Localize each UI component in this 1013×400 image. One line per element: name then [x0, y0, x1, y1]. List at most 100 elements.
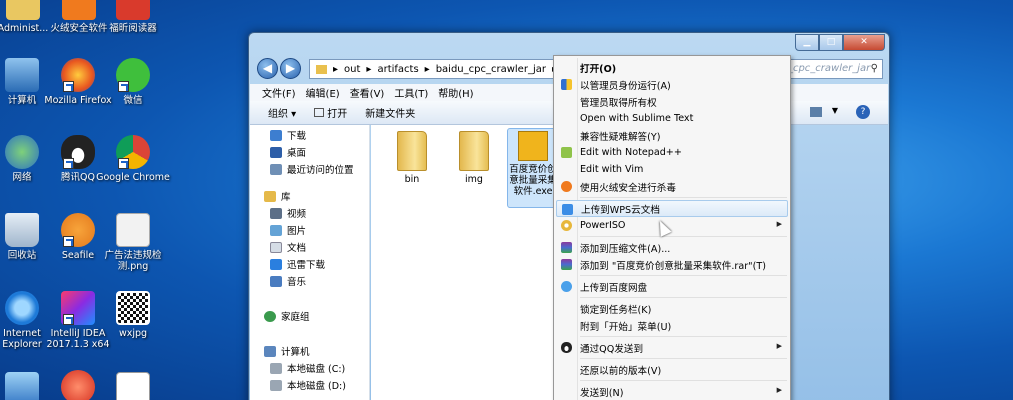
- nav-item-desktop[interactable]: 桌面: [270, 144, 306, 160]
- desktop-icon-document[interactable]: [96, 372, 170, 400]
- menu-item-label: 发送到(N): [580, 387, 624, 399]
- nav-item-pictures[interactable]: 图片: [270, 222, 306, 238]
- file-item-exe[interactable]: 百度竞价创意批量采集软件.exe: [508, 131, 558, 197]
- breadcrumb-item[interactable]: baidu_cpc_crawler_jar: [436, 64, 546, 75]
- menu-view[interactable]: 查看(V): [350, 85, 385, 100]
- menu-file[interactable]: 文件(F): [262, 85, 296, 100]
- menu-item-label: 管理员取得所有权: [580, 97, 657, 109]
- view-dropdown-icon[interactable]: ▼: [832, 106, 838, 115]
- nav-item-music[interactable]: 音乐: [270, 273, 306, 289]
- desktop-icon-label: 广告法违规检测.png: [104, 250, 162, 272]
- menu-item-label: 使用火绒安全进行杀毒: [580, 182, 676, 194]
- nav-label: 家庭组: [281, 312, 310, 323]
- open-button[interactable]: 打开: [314, 105, 347, 120]
- menu-item-pin-start[interactable]: 附到「开始」菜单(U): [556, 317, 788, 334]
- menu-item-take-ownership[interactable]: 管理员取得所有权: [556, 93, 788, 110]
- nav-item-drive-c[interactable]: 本地磁盘 (C:): [270, 360, 345, 376]
- nav-item-libraries[interactable]: 库: [264, 188, 291, 204]
- menu-item-vim[interactable]: Edit with Vim: [556, 161, 788, 178]
- menu-item-label: Open with Sublime Text: [580, 113, 694, 124]
- chrome-icon: [116, 135, 150, 169]
- desktop-icon-foxit[interactable]: 福昕阅读器: [96, 0, 170, 34]
- menu-item-poweriso[interactable]: PowerISO ▶: [556, 217, 788, 234]
- menu-item-add-to-rar[interactable]: 添加到 "百度竞价创意批量采集软件.rar"(T): [556, 256, 788, 273]
- nav-item-downloads[interactable]: 下载: [270, 127, 306, 143]
- menu-item-notepadpp[interactable]: Edit with Notepad++: [556, 144, 788, 161]
- context-menu: 打开(O) 以管理员身份运行(A) 管理员取得所有权 Open with Sub…: [553, 55, 791, 400]
- drive-icon: [270, 379, 282, 391]
- organize-button[interactable]: 组织 ▾: [268, 105, 296, 120]
- document-icon: [270, 241, 282, 253]
- winrar-icon: [561, 259, 572, 270]
- shortcut-arrow-icon: [63, 236, 74, 247]
- wechat-icon: [116, 58, 150, 92]
- control-panel-icon: [5, 372, 39, 400]
- desktop-icon-image-file[interactable]: 广告法违规检测.png: [96, 213, 170, 272]
- breadcrumb-item[interactable]: out: [344, 64, 360, 75]
- open-label: 打开: [327, 109, 348, 120]
- view-options-icon[interactable]: [810, 107, 822, 117]
- folder-icon: [459, 131, 489, 171]
- menu-separator: [580, 358, 787, 359]
- file-item-bin[interactable]: bin: [387, 131, 437, 185]
- internet-explorer-icon: [5, 291, 39, 325]
- menu-item-send-to[interactable]: 发送到(N) ▶: [556, 383, 788, 400]
- menu-item-label: 添加到 "百度竞价创意批量采集软件.rar"(T): [580, 260, 766, 272]
- nav-item-homegroup[interactable]: 家庭组: [264, 308, 310, 324]
- nav-label: 本地磁盘 (C:): [287, 364, 346, 375]
- file-item-img[interactable]: img: [449, 131, 499, 185]
- nav-label: 图片: [287, 226, 307, 237]
- forward-button[interactable]: ▶: [280, 58, 301, 79]
- nav-item-videos[interactable]: 视频: [270, 205, 306, 221]
- desktop-icon-qr-image[interactable]: wxjpg: [96, 291, 170, 339]
- computer-icon: [264, 345, 276, 357]
- network-icon: [5, 135, 39, 169]
- new-folder-button[interactable]: 新建文件夹: [365, 105, 415, 120]
- minimize-button[interactable]: ▁: [795, 34, 819, 51]
- menu-item-restore-versions[interactable]: 还原以前的版本(V): [556, 361, 788, 378]
- menu-item-wps-upload[interactable]: 上传到WPS云文档: [556, 200, 788, 217]
- menu-item-add-archive[interactable]: 添加到压缩文件(A)...: [556, 239, 788, 256]
- menu-item-huorong-scan[interactable]: 使用火绒安全进行杀毒: [556, 178, 788, 195]
- desktop-icon-chrome[interactable]: Google Chrome: [96, 135, 170, 183]
- menu-item-compatibility[interactable]: 兼容性疑难解答(Y): [556, 127, 788, 144]
- desktop-icon-label: 计算机: [7, 95, 37, 106]
- nav-item-recent[interactable]: 最近访问的位置: [270, 161, 354, 177]
- picture-icon: [270, 224, 282, 236]
- nav-item-xunlei[interactable]: 迅雷下载: [270, 256, 325, 272]
- menu-tools[interactable]: 工具(T): [394, 85, 428, 100]
- navigation-pane: 下载 桌面 最近访问的位置 库 视频 图片 文档 迅雷下载 音乐 家庭组 计算机…: [250, 125, 370, 400]
- red-app-icon: [61, 370, 95, 400]
- help-icon[interactable]: ?: [856, 105, 870, 119]
- menu-item-send-qq[interactable]: 通过QQ发送到 ▶: [556, 339, 788, 356]
- winrar-icon: [561, 242, 572, 253]
- menu-item-pin-taskbar[interactable]: 锁定到任务栏(K): [556, 300, 788, 317]
- menu-item-label: 添加到压缩文件(A)...: [580, 243, 671, 255]
- computer-icon: [5, 58, 39, 92]
- menu-item-label: Edit with Notepad++: [580, 147, 682, 158]
- nav-item-documents[interactable]: 文档: [270, 239, 306, 255]
- menu-item-baidu-netdisk[interactable]: 上传到百度网盘: [556, 278, 788, 295]
- menu-item-open[interactable]: 打开(O): [556, 59, 788, 76]
- nav-item-computer[interactable]: 计算机: [264, 343, 310, 359]
- close-button[interactable]: ✕: [843, 34, 885, 51]
- shield-icon: [561, 79, 572, 90]
- library-icon: [264, 190, 276, 202]
- maximize-button[interactable]: □: [819, 34, 843, 51]
- menu-item-label: 上传到百度网盘: [580, 282, 648, 294]
- nav-item-drive-d[interactable]: 本地磁盘 (D:): [270, 377, 346, 393]
- menu-item-sublime[interactable]: Open with Sublime Text: [556, 110, 788, 127]
- menu-edit[interactable]: 编辑(E): [306, 85, 340, 100]
- breadcrumb-item[interactable]: artifacts: [377, 64, 418, 75]
- document-icon: [116, 372, 150, 400]
- huorong-icon: [62, 0, 96, 20]
- menu-item-run-as-admin[interactable]: 以管理员身份运行(A): [556, 76, 788, 93]
- nav-label: 库: [281, 192, 291, 203]
- desktop-icon-wechat[interactable]: 微信: [96, 58, 170, 106]
- folder-icon: [316, 64, 327, 74]
- window-controls: ▁ □ ✕: [795, 34, 885, 51]
- file-name: bin: [404, 174, 420, 185]
- back-button[interactable]: ◀: [257, 58, 278, 79]
- menu-help[interactable]: 帮助(H): [438, 85, 473, 100]
- intellij-icon: [61, 291, 95, 325]
